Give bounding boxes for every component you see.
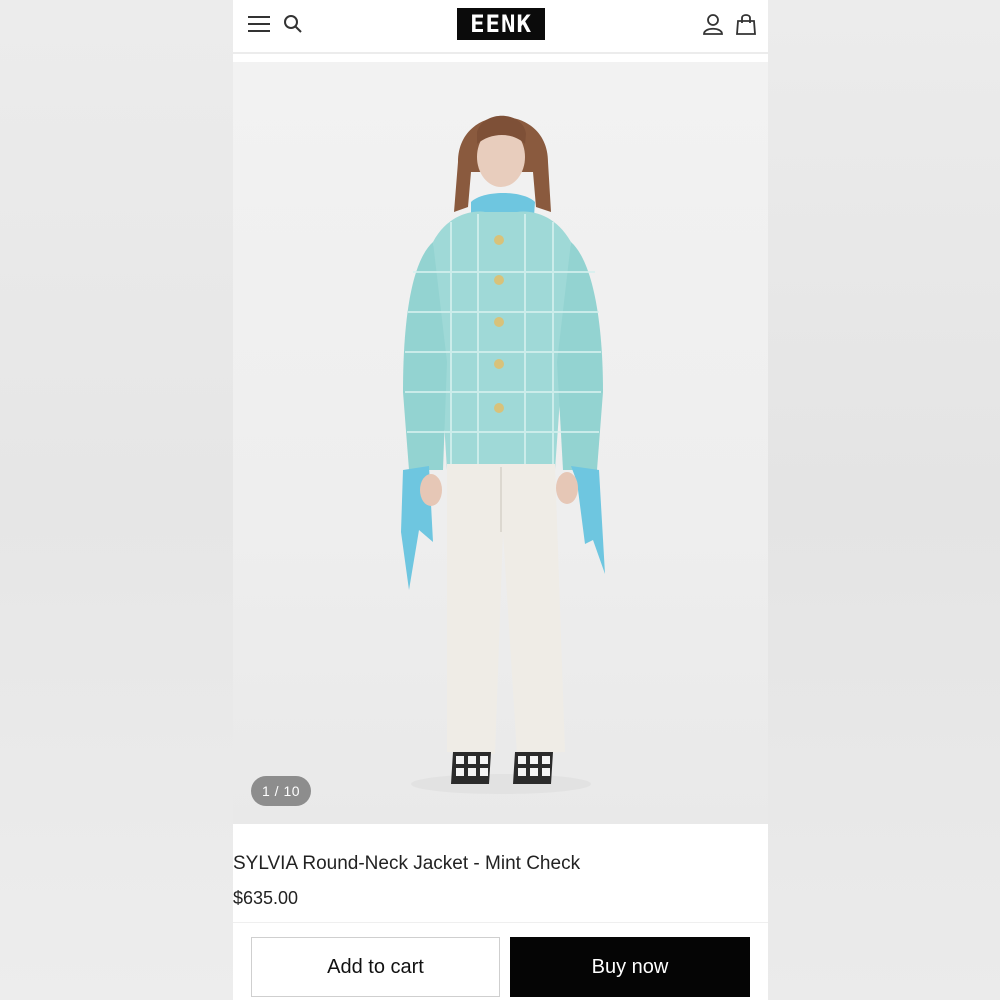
buy-now-button[interactable]: Buy now	[510, 937, 750, 997]
hamburger-menu-icon	[248, 16, 270, 32]
product-title: SYLVIA Round-Neck Jacket - Mint Check	[233, 853, 581, 874]
search-button[interactable]	[279, 10, 307, 38]
user-icon	[703, 14, 723, 35]
shopping-bag-icon	[736, 14, 756, 35]
product-photo	[401, 115, 605, 794]
mobile-product-page: EENK 1 / 10 SYLVIA Round-Neck Jacket - M…	[233, 0, 768, 1000]
background-right	[768, 0, 1000, 1000]
brand-logo[interactable]: EENK	[457, 8, 545, 40]
site-header: EENK	[233, 0, 768, 54]
add-to-cart-button[interactable]: Add to cart	[251, 937, 500, 997]
background-left	[0, 0, 233, 1000]
cart-button[interactable]	[732, 10, 760, 38]
account-button[interactable]	[699, 10, 727, 38]
image-counter-badge: 1 / 10	[251, 776, 311, 806]
menu-button[interactable]	[245, 10, 273, 38]
product-image-carousel[interactable]: 1 / 10	[233, 62, 768, 824]
product-price: $635.00	[233, 888, 299, 908]
purchase-actions-bar: Add to cart Buy now	[233, 922, 768, 1000]
search-icon	[284, 15, 302, 33]
